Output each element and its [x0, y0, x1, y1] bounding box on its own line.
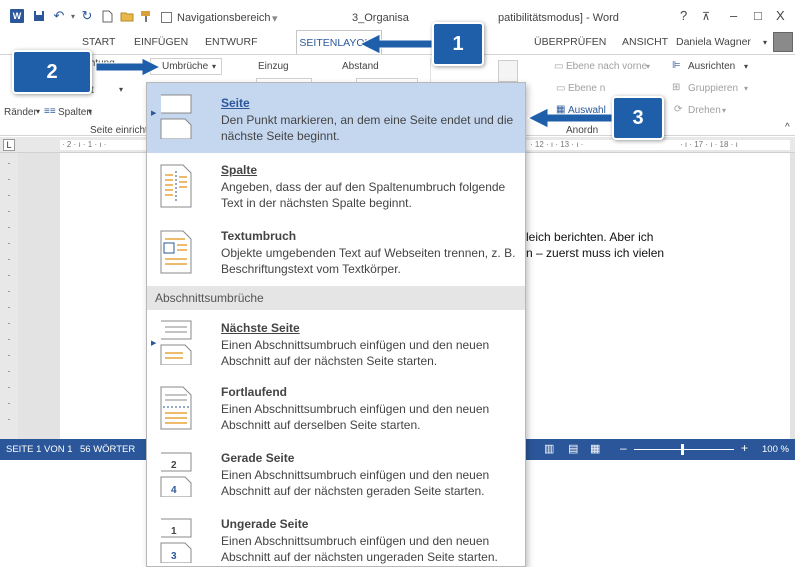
arrow-1-icon — [358, 33, 433, 55]
word-window: W ↶ ▾ ↻ Navigationsbereich ▾ 3_Organisa … — [0, 0, 795, 567]
callout-3: 3 — [612, 96, 664, 140]
callout-2: 2 — [12, 50, 92, 94]
callout-arrows — [95, 33, 613, 129]
callout-1: 1 — [432, 22, 484, 66]
arrow-3-icon — [526, 107, 613, 129]
arrow-2-icon — [95, 57, 162, 77]
